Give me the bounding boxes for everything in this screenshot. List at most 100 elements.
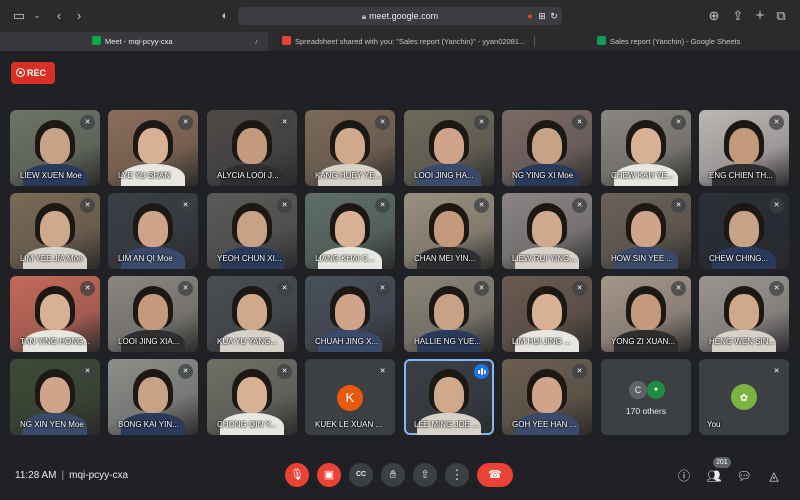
participant-tile[interactable]: ✕ LYE YU SHAN: [108, 110, 198, 186]
participant-name: LIEW RUI YING...: [512, 254, 576, 263]
participant-tile[interactable]: ✕ GOH YEE HAN ...: [502, 359, 592, 435]
mic-off-icon: ✕: [375, 281, 390, 296]
participant-tile[interactable]: ✕ LIEW RUI YING...: [502, 193, 592, 269]
participant-tile[interactable]: ✕ ALYCIA LOOI J...: [207, 110, 297, 186]
tab-sheets[interactable]: Sales report (Yanchin) - Google Sheets: [535, 32, 800, 51]
mic-off-icon: ✕: [277, 115, 292, 130]
participant-tile[interactable]: ✕ HOW SIN YEE ...: [601, 193, 691, 269]
sidebar-icon[interactable]: ▭: [10, 7, 28, 25]
participant-name: LOOI JING HA...: [414, 171, 474, 180]
share-icon[interactable]: ⇪: [729, 7, 747, 25]
mic-off-icon: ✕: [375, 115, 390, 130]
more-vert-icon: ⋮: [450, 467, 464, 482]
present-button[interactable]: ⇧: [413, 463, 437, 487]
participant-tile[interactable]: ✕ LIM YEE JIA Moe: [10, 193, 100, 269]
mic-off-icon: ✕: [671, 198, 686, 213]
chat-icon[interactable]: 💬︎: [735, 467, 753, 485]
participant-tile[interactable]: ✕ TAN YING HONG...: [10, 276, 100, 352]
participant-tile[interactable]: ✕ YONG ZI XUAN...: [601, 276, 691, 352]
participant-tile[interactable]: ✕ HENG WEN SIN...: [699, 276, 789, 352]
participant-tile[interactable]: ✕ LOOI JING HA...: [404, 110, 494, 186]
participant-tile[interactable]: ✕ LIANG KHAI C...: [305, 193, 395, 269]
tab-overview-icon[interactable]: ⧉: [772, 7, 790, 25]
mic-off-icon: ✕: [671, 281, 686, 296]
raise-hand-button[interactable]: ✋︎: [381, 463, 405, 487]
translate-icon[interactable]: ⊞: [536, 10, 548, 22]
participant-face: [40, 294, 70, 330]
activities-icon[interactable]: ◬: [765, 467, 783, 485]
meeting-info-separator: |: [61, 470, 65, 481]
participant-tile[interactable]: ✕ KUA YU YANG...: [207, 276, 297, 352]
participant-tile[interactable]: ✕ LOOI JING XIA...: [108, 276, 198, 352]
self-tile[interactable]: ✿ ✕ You: [699, 359, 789, 435]
participant-tile[interactable]: LEE MING JOE ...: [404, 359, 494, 435]
shield-icon[interactable]: ◐: [216, 7, 234, 25]
sheets-favicon-icon: [597, 36, 606, 45]
participant-tile[interactable]: ✕ NG XIN YEN Moe: [10, 359, 100, 435]
participant-tile[interactable]: K ✕ KUEK LE XUAN ...: [305, 359, 395, 435]
hang-up-icon: ☎︎: [488, 469, 502, 481]
people-icon[interactable]: 👥︎: [705, 467, 723, 485]
download-icon[interactable]: ⊕: [705, 7, 723, 25]
participant-name: NG YING XI Moe: [512, 171, 574, 180]
tab-meet[interactable]: Meet - mqi-pcyy-cxa ♪: [0, 32, 268, 51]
speaking-indicator-icon: [474, 364, 489, 379]
present-screen-icon: ⇧: [420, 469, 430, 481]
record-icon: [16, 68, 25, 77]
participant-tile[interactable]: ✕ ENG CHIEN TH...: [699, 110, 789, 186]
hand-icon: ✋︎: [389, 469, 397, 481]
mic-toggle-button[interactable]: 🎙︎: [285, 463, 309, 487]
participant-tile[interactable]: ✕ LIM HUI JING ...: [502, 276, 592, 352]
participant-tile[interactable]: ✕ YEOH CHUN XI...: [207, 193, 297, 269]
participant-tile[interactable]: ✕ CHEW KAH YE...: [601, 110, 691, 186]
participant-tile[interactable]: ✕ CHONG QIN Y...: [207, 359, 297, 435]
participant-name: CHEW KAH YE...: [611, 171, 674, 180]
participant-name: BONG KAI YIN...: [118, 420, 179, 429]
reload-icon[interactable]: ↻: [548, 10, 560, 22]
participant-name: GOH YEE HAN ...: [512, 420, 577, 429]
mic-off-icon: ✕: [178, 198, 193, 213]
forward-icon[interactable]: ›: [70, 7, 88, 25]
microphone-icon[interactable]: ●: [524, 10, 536, 22]
participant-face: [532, 211, 562, 247]
participant-name: NG XIN YEN Moe: [20, 420, 84, 429]
participant-name: LEE MING JOE ...: [414, 420, 479, 429]
url-text: meet.google.com: [369, 11, 439, 21]
participant-tile[interactable]: ✕ LIM AN QI Moe: [108, 193, 198, 269]
mic-off-icon: ✕: [572, 115, 587, 130]
tab-spreadsheet-email[interactable]: Spreadsheet shared with you: "Sales repo…: [268, 32, 534, 51]
participant-tile[interactable]: ✕ CHAN MEI YIN...: [404, 193, 494, 269]
participant-face: [532, 294, 562, 330]
participant-avatar: K: [337, 385, 363, 411]
gmail-favicon-icon: [282, 36, 291, 45]
participant-face: [138, 377, 168, 413]
url-bar[interactable]: 🔒︎ meet.google.com ● ⊞ ↻: [238, 7, 562, 25]
participant-tile[interactable]: ✕ HALLIE NG YUE...: [404, 276, 494, 352]
leave-call-button[interactable]: ☎︎: [477, 463, 513, 487]
info-icon[interactable]: ⓘ: [675, 467, 693, 485]
others-tile[interactable]: C ● 170 others: [601, 359, 691, 435]
participant-face: [335, 211, 365, 247]
captions-button[interactable]: CC: [349, 463, 373, 487]
participant-face: [335, 128, 365, 164]
participant-tile[interactable]: ✕ KANG HUEY YE...: [305, 110, 395, 186]
more-options-button[interactable]: ⋮: [445, 463, 469, 487]
participant-tile[interactable]: ✕ CHEW CHING...: [699, 193, 789, 269]
captions-icon: CC: [355, 471, 367, 478]
participant-name: CHUAH JING X...: [315, 337, 379, 346]
tab-meet-label: Meet - mqi-pcyy-cxa: [105, 37, 173, 46]
participant-tile[interactable]: ✕ LIEW XUEN Moe: [10, 110, 100, 186]
participant-name: CHAN MEI YIN...: [414, 254, 476, 263]
mic-off-icon: ✕: [572, 198, 587, 213]
new-tab-icon[interactable]: +: [751, 7, 769, 25]
chevron-down-icon[interactable]: ⌄: [28, 7, 46, 25]
people-count-badge: 201: [713, 457, 731, 468]
camera-toggle-button[interactable]: ▣: [317, 463, 341, 487]
participant-tile[interactable]: ✕ BONG KAI YIN...: [108, 359, 198, 435]
mic-off-icon: ✕: [474, 198, 489, 213]
participant-tile[interactable]: ✕ NG YING XI Moe: [502, 110, 592, 186]
participant-tile[interactable]: ✕ CHUAH JING X...: [305, 276, 395, 352]
back-icon[interactable]: ‹: [50, 7, 68, 25]
mic-off-icon: ✕: [178, 364, 193, 379]
participant-name: LIANG KHAI C...: [315, 254, 375, 263]
